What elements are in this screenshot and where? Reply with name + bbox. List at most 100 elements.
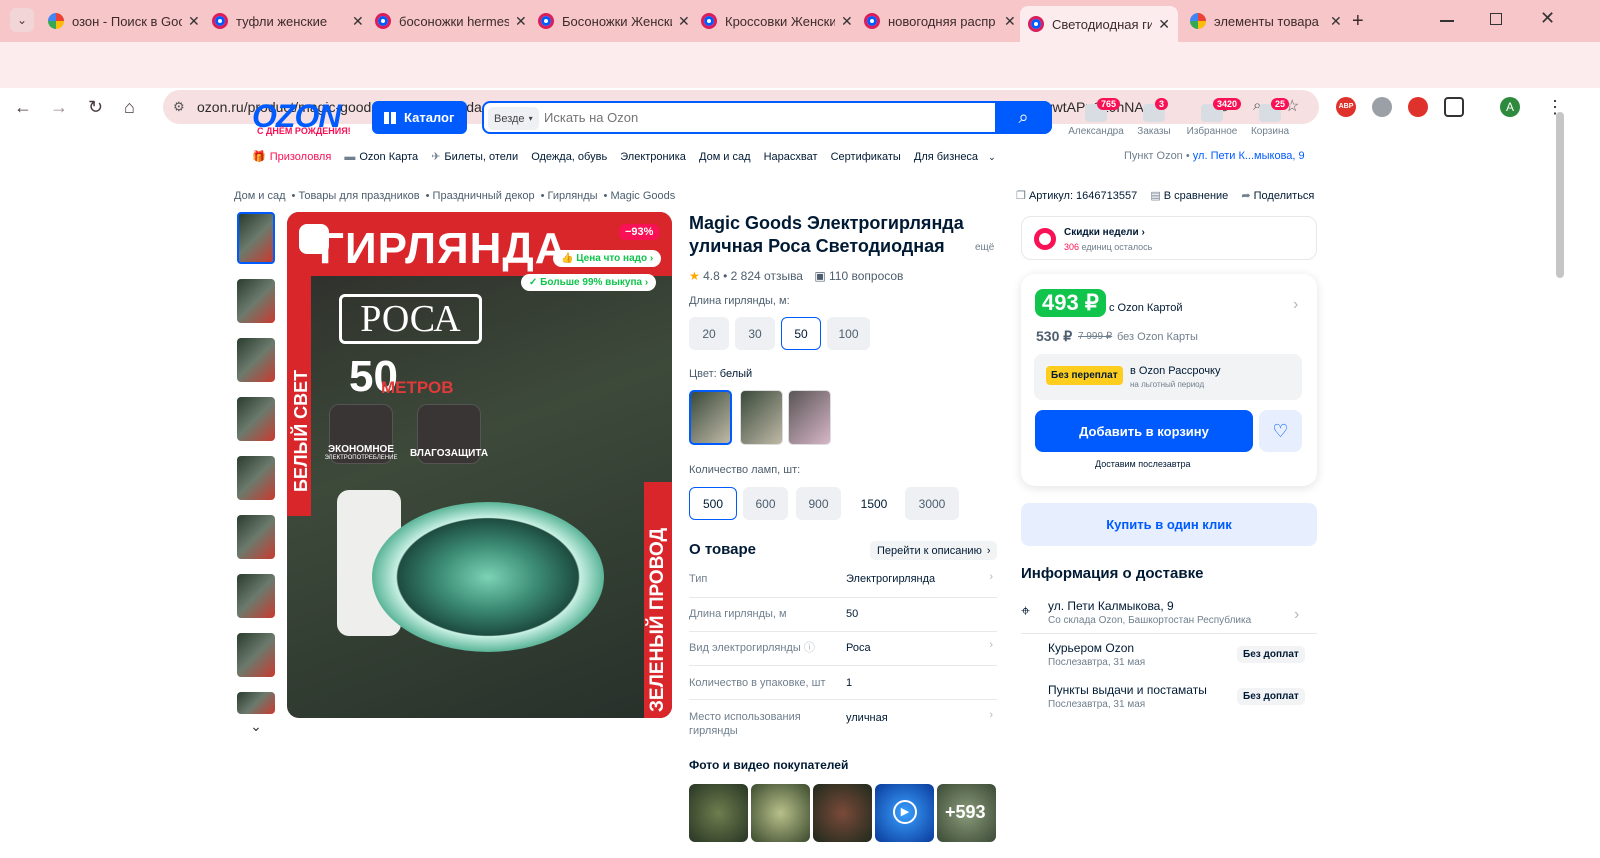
customer-photo[interactable] xyxy=(751,784,810,842)
header-cart[interactable]: 25 Корзина xyxy=(1240,98,1300,137)
article-number[interactable]: Артикул: 1646713557 xyxy=(1029,190,1137,202)
close-icon[interactable]: ✕ xyxy=(188,13,200,30)
color-swatch[interactable] xyxy=(740,390,783,445)
forward-icon[interactable]: → xyxy=(50,97,68,118)
breadcrumb-item[interactable]: Дом и сад xyxy=(234,190,286,202)
catalog-button[interactable]: Каталог xyxy=(372,101,467,134)
thumbnail[interactable] xyxy=(237,574,275,618)
customer-photo[interactable] xyxy=(689,784,748,842)
menu-item[interactable]: Электроника xyxy=(620,151,686,163)
hand-icon[interactable] xyxy=(1408,97,1428,117)
extensions-icon[interactable] xyxy=(1444,97,1464,117)
close-icon[interactable]: ✕ xyxy=(1330,13,1342,30)
minimize-icon[interactable] xyxy=(1440,20,1454,22)
share-link[interactable]: Поделиться xyxy=(1254,190,1315,202)
site-info-icon[interactable]: ⚙ xyxy=(173,99,185,115)
thumbnail[interactable] xyxy=(237,279,275,323)
chevron-right-icon[interactable]: › xyxy=(1294,606,1299,624)
reload-icon[interactable]: ↻ xyxy=(88,97,103,118)
color-swatch-selected[interactable] xyxy=(689,390,732,445)
restore-icon[interactable] xyxy=(1490,13,1502,25)
qty-option[interactable]: 600 xyxy=(743,487,788,520)
thumbnail[interactable] xyxy=(237,692,275,714)
goto-description-link[interactable]: Перейти к описанию › xyxy=(870,541,997,560)
buy-one-click-button[interactable]: Купить в один клик xyxy=(1021,503,1317,546)
globe-icon[interactable] xyxy=(1372,97,1392,117)
close-icon[interactable]: ✕ xyxy=(678,13,690,30)
prop-row[interactable]: Тип Электрогирлянда › xyxy=(689,568,997,598)
customer-photos-more[interactable]: +593 xyxy=(937,784,996,842)
length-option[interactable]: 30 xyxy=(735,317,775,350)
pickup-point[interactable]: Пункт Ozon • ул. Пети К...мыкова, 9 xyxy=(1124,150,1305,162)
header-profile[interactable]: 765 Александра xyxy=(1066,98,1126,137)
qty-option[interactable]: 3000 xyxy=(905,487,959,520)
close-icon[interactable]: ✕ xyxy=(1158,16,1170,33)
favorite-button[interactable]: ♡ xyxy=(1259,410,1302,452)
menu-item[interactable]: Для бизнеса xyxy=(914,151,978,163)
breadcrumb-item[interactable]: Товары для праздников xyxy=(298,190,419,202)
prop-row[interactable]: Вид электрогирлянды ⓘ Роса › xyxy=(689,636,997,666)
menu-item[interactable]: Одежда, обувь xyxy=(531,151,607,163)
tab-4[interactable]: Кроссовки Женские ✕ xyxy=(693,6,861,36)
thumbnail[interactable] xyxy=(237,456,275,500)
qty-option[interactable]: 1500 xyxy=(849,487,899,520)
questions-link[interactable]: 110 вопросов xyxy=(829,269,903,283)
length-option[interactable]: 20 xyxy=(689,317,729,350)
chevron-down-icon[interactable]: ⌄ xyxy=(234,718,278,735)
tab-3[interactable]: Босоножки Женские ✕ xyxy=(530,6,698,36)
qty-option-selected[interactable]: 500 xyxy=(689,487,737,520)
thumbnail[interactable] xyxy=(237,633,275,677)
qty-option[interactable]: 900 xyxy=(796,487,841,520)
thumbnail[interactable] xyxy=(237,212,275,264)
add-to-cart-button[interactable]: Добавить в корзину xyxy=(1035,410,1253,452)
menu-item[interactable]: Билеты, отели xyxy=(444,151,518,163)
tab-2[interactable]: босоножки hermes ✕ xyxy=(367,6,535,36)
close-icon[interactable]: ✕ xyxy=(515,13,527,30)
back-icon[interactable]: ← xyxy=(14,97,32,118)
menu-item[interactable]: Дом и сад xyxy=(699,151,751,163)
thumbnail[interactable] xyxy=(237,515,275,559)
delivery-address[interactable]: ул. Пети Калмыкова, 9 Со склада Ozon, Баш… xyxy=(1048,599,1251,626)
tab-5[interactable]: новогодняя распр ✕ xyxy=(856,6,1024,36)
customer-video[interactable]: ▶ xyxy=(875,784,934,842)
reviews-link[interactable]: 2 824 отзыва xyxy=(731,269,803,283)
length-option[interactable]: 100 xyxy=(827,317,870,350)
menu-item[interactable]: Сертификаты xyxy=(831,151,901,163)
menu-item[interactable]: Нарасхват xyxy=(764,151,818,163)
customer-photo[interactable] xyxy=(813,784,872,842)
adblock-icon[interactable]: ABP xyxy=(1336,97,1356,117)
breadcrumb-item[interactable]: Magic Goods xyxy=(610,190,675,202)
thumbnail[interactable] xyxy=(237,397,275,441)
rating-value[interactable]: 4.8 xyxy=(703,269,720,283)
installment-block[interactable]: Без переплат в Ozon Рассрочку на льготны… xyxy=(1034,354,1302,400)
page-scrollbar[interactable] xyxy=(1554,92,1566,858)
header-orders[interactable]: 3 Заказы xyxy=(1124,98,1184,137)
close-icon[interactable]: ✕ xyxy=(841,13,853,30)
menu-item[interactable]: Ozon Карта xyxy=(359,151,418,163)
close-icon[interactable]: ✕ xyxy=(352,13,364,30)
new-tab-button[interactable]: + xyxy=(1344,6,1372,36)
menu-item[interactable]: Призоловля xyxy=(270,151,332,163)
chevron-right-icon[interactable]: › xyxy=(1293,296,1298,314)
image-search-icon[interactable] xyxy=(299,224,329,254)
header-favorites[interactable]: 3420 Избранное xyxy=(1182,98,1242,137)
thumbnail[interactable] xyxy=(237,338,275,382)
tab-7[interactable]: элементы товара ✕ xyxy=(1182,6,1350,36)
color-swatch[interactable] xyxy=(788,390,831,445)
breadcrumb-item[interactable]: Гирлянды xyxy=(548,190,598,202)
tab-6-active[interactable]: Светодиодная гирл ✕ xyxy=(1020,6,1178,42)
breadcrumb-item[interactable]: Праздничный декор xyxy=(433,190,535,202)
product-image[interactable]: ГИРЛЯНДА БЕЛЫЙ СВЕТ ЗЕЛЕНЫЙ ПРОВОД РОСА … xyxy=(287,212,672,718)
weekly-discounts[interactable]: Скидки недели › 306 единиц осталось xyxy=(1021,216,1317,260)
compare-link[interactable]: В сравнение xyxy=(1164,190,1229,202)
close-window-icon[interactable]: ✕ xyxy=(1540,8,1555,29)
home-icon[interactable]: ⌂ xyxy=(124,97,135,118)
search-scope-select[interactable]: Везде ▾ xyxy=(488,107,539,130)
tab-0[interactable]: озон - Поиск в Goo ✕ xyxy=(40,6,208,36)
scrollbar-thumb[interactable] xyxy=(1556,112,1564,278)
title-more-link[interactable]: ещё xyxy=(975,242,994,253)
search-input[interactable] xyxy=(544,110,944,125)
info-icon[interactable]: ⓘ xyxy=(804,642,815,654)
search-button[interactable]: ⌕ xyxy=(995,101,1052,134)
close-icon[interactable]: ✕ xyxy=(1004,13,1016,30)
